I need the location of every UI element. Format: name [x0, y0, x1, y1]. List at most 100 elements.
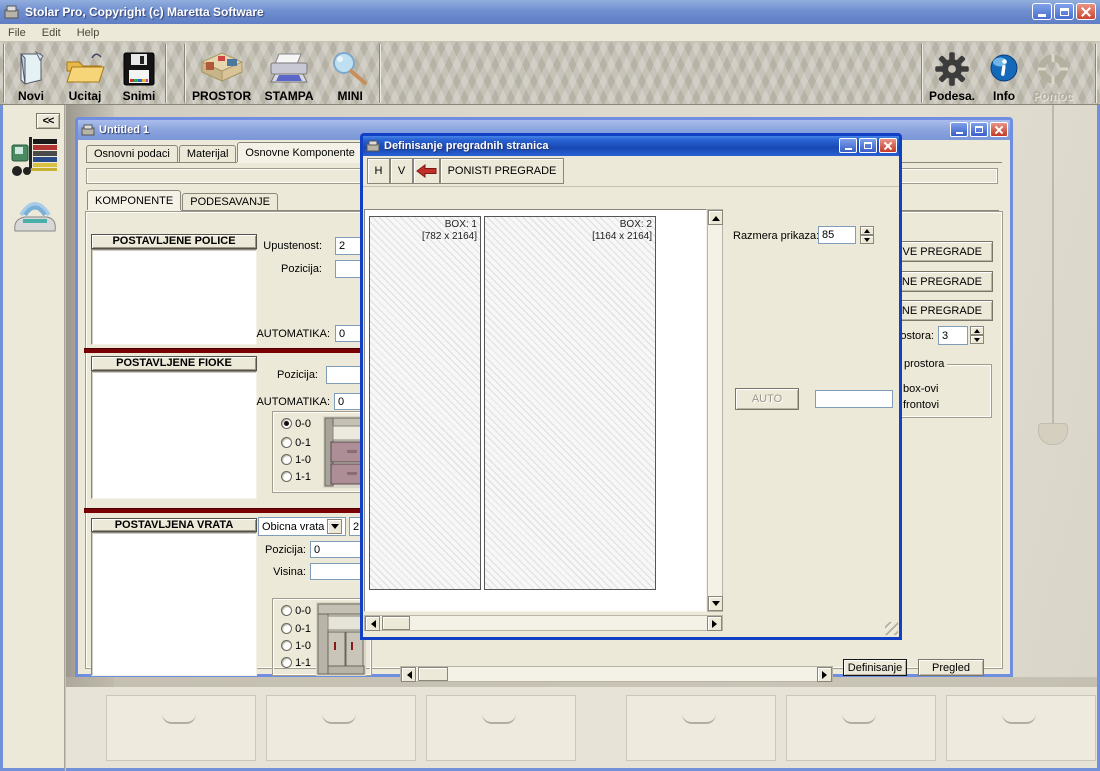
- scroll-thumb[interactable]: [382, 616, 410, 630]
- box-1[interactable]: BOX: 1[782 x 2164]: [369, 216, 481, 590]
- close-icon: [1081, 7, 1091, 17]
- prostor-button[interactable]: PROSTOR: [186, 47, 257, 103]
- tab-komponente[interactable]: KOMPONENTE: [87, 190, 181, 210]
- vertical-split-button[interactable]: V: [390, 158, 413, 184]
- canvas-vscroll[interactable]: [707, 209, 723, 612]
- untitled-minimize-button[interactable]: [950, 122, 968, 137]
- menu-edit[interactable]: Edit: [34, 27, 69, 39]
- dialog-close-button[interactable]: [879, 138, 897, 153]
- door-type-combobox[interactable]: Obicna vrata: [258, 517, 346, 536]
- arrow-left-icon: [403, 671, 412, 679]
- resize-grip[interactable]: [885, 622, 898, 635]
- printer-icon: [263, 50, 315, 88]
- ponisti-pregrade-button[interactable]: PONISTI PREGRADE: [440, 158, 564, 184]
- fioke-radio-0-1[interactable]: 0-1: [281, 437, 311, 449]
- scroll-left-button[interactable]: [365, 616, 380, 631]
- combo-dropdown-button[interactable]: [327, 519, 342, 534]
- tab-label: Osnovni podaci: [94, 148, 170, 160]
- razmera-spinner[interactable]: [860, 226, 874, 244]
- partition-canvas[interactable]: BOX: 1[782 x 2164] BOX: 2[1164 x 2164]: [364, 209, 707, 612]
- dialog-minimize-button[interactable]: [839, 138, 857, 153]
- scroll-right-button[interactable]: [817, 667, 832, 682]
- definisanje-button[interactable]: Definisanje: [843, 659, 907, 676]
- tab-podesavanje[interactable]: PODESAVANJE: [182, 193, 278, 210]
- spin-down-button[interactable]: [860, 235, 874, 244]
- spin-down-button[interactable]: [970, 335, 984, 344]
- podesa-button[interactable]: Podesa.: [923, 47, 981, 103]
- forklift-icon[interactable]: [9, 135, 61, 179]
- vrata-radio-1-0[interactable]: 1-0: [281, 640, 311, 652]
- vrata-listbox[interactable]: [91, 532, 257, 676]
- tab-osnovne-komponente[interactable]: Osnovne Komponente: [237, 142, 362, 162]
- arrow-down-icon: [712, 601, 720, 610]
- undo-partition-button[interactable]: [413, 158, 440, 184]
- tab-materijal[interactable]: Materijal: [179, 145, 237, 162]
- spin-up-button[interactable]: [860, 226, 874, 235]
- untitled-maximize-button[interactable]: [970, 122, 988, 137]
- untitled-close-button[interactable]: [990, 122, 1008, 137]
- radio-icon: [281, 657, 292, 668]
- scanner-icon[interactable]: [9, 191, 61, 237]
- vrata-radio-0-1[interactable]: 0-1: [281, 623, 311, 635]
- pregled-button[interactable]: Pregled: [918, 659, 984, 676]
- fioke-listbox[interactable]: [91, 371, 257, 499]
- horizontal-split-button[interactable]: H: [367, 158, 390, 184]
- box-2-dims: [1164 x 2164]: [592, 231, 652, 243]
- spin-up-button[interactable]: [970, 326, 984, 335]
- fioke-radio-0-0[interactable]: 0-0: [281, 418, 311, 430]
- vrata-pozicija-label: Pozicija:: [250, 544, 306, 556]
- auto-button[interactable]: AUTO: [735, 388, 799, 410]
- razmera-label: Razmera prikaza:: [733, 230, 819, 242]
- snimi-button[interactable]: Snimi: [113, 47, 165, 103]
- toolbar-file-group: Novi Ucitaj Snimi: [4, 44, 166, 103]
- novi-button[interactable]: Novi: [5, 47, 57, 103]
- fioke-radio-1-0[interactable]: 1-0: [281, 454, 311, 466]
- vrata-radio-0-0[interactable]: 0-0: [281, 605, 311, 617]
- scroll-right-button[interactable]: [707, 616, 722, 631]
- app-minimize-button[interactable]: [1032, 3, 1052, 20]
- dialog-maximize-button[interactable]: [859, 138, 877, 153]
- stampa-button[interactable]: STAMPA: [257, 47, 321, 103]
- app-maximize-button[interactable]: [1054, 3, 1074, 20]
- tab-label: KOMPONENTE: [95, 195, 173, 207]
- group-item-box-ovi: box-ovi: [903, 383, 938, 395]
- info-button[interactable]: Info: [981, 47, 1027, 103]
- pomoc-button[interactable]: Pomoc: [1027, 47, 1079, 103]
- tab-osnovni-podaci[interactable]: Osnovni podaci: [86, 145, 178, 162]
- police-automatika-label: AUTOMATIKA:: [218, 328, 330, 340]
- fioke-radio-1-1[interactable]: 1-1: [281, 471, 311, 483]
- ucitaj-button[interactable]: Ucitaj: [57, 47, 113, 103]
- auto-value-field[interactable]: [815, 390, 893, 408]
- razmera-field[interactable]: [818, 226, 856, 244]
- info-icon: [987, 50, 1021, 88]
- sidebar-collapse-button[interactable]: <<: [36, 113, 60, 129]
- scroll-down-button[interactable]: [708, 596, 723, 611]
- help-ring-icon: [1034, 50, 1072, 88]
- mini-button[interactable]: MINI: [321, 47, 379, 103]
- vrata-radio-1-1[interactable]: 1-1: [281, 657, 311, 669]
- bottom-hscroll[interactable]: [400, 666, 833, 682]
- ucitaj-label: Ucitaj: [69, 89, 102, 103]
- canvas-hscroll[interactable]: [364, 615, 723, 631]
- box-2[interactable]: BOX: 2[1164 x 2164]: [484, 216, 656, 590]
- scroll-left-button[interactable]: [401, 667, 416, 682]
- menu-file[interactable]: File: [0, 27, 34, 39]
- police-pozicija-label: Pozicija:: [228, 263, 322, 275]
- app-close-button[interactable]: [1076, 3, 1096, 20]
- wallpaper-lamp-shade: [1038, 423, 1068, 445]
- prostora-count-field[interactable]: [938, 326, 968, 345]
- prostora-spinner[interactable]: [970, 326, 984, 344]
- mini-label: MINI: [337, 89, 362, 103]
- arrow-right-icon: [712, 620, 721, 628]
- scroll-up-button[interactable]: [708, 210, 723, 225]
- menu-help[interactable]: Help: [69, 27, 108, 39]
- radio-icon: [281, 454, 292, 465]
- wallpaper-lamp-cord: [1052, 105, 1054, 423]
- toolbar-settings-group: Podesa. Info Pomoc: [922, 44, 1096, 103]
- scroll-thumb[interactable]: [418, 667, 448, 681]
- arrow-left-icon: [367, 620, 376, 628]
- radio-label: 1-1: [295, 657, 311, 669]
- maximize-icon: [864, 142, 872, 149]
- vrata-header: POSTAVLJENA VRATA: [91, 518, 257, 532]
- box-1-dims: [782 x 2164]: [422, 231, 477, 243]
